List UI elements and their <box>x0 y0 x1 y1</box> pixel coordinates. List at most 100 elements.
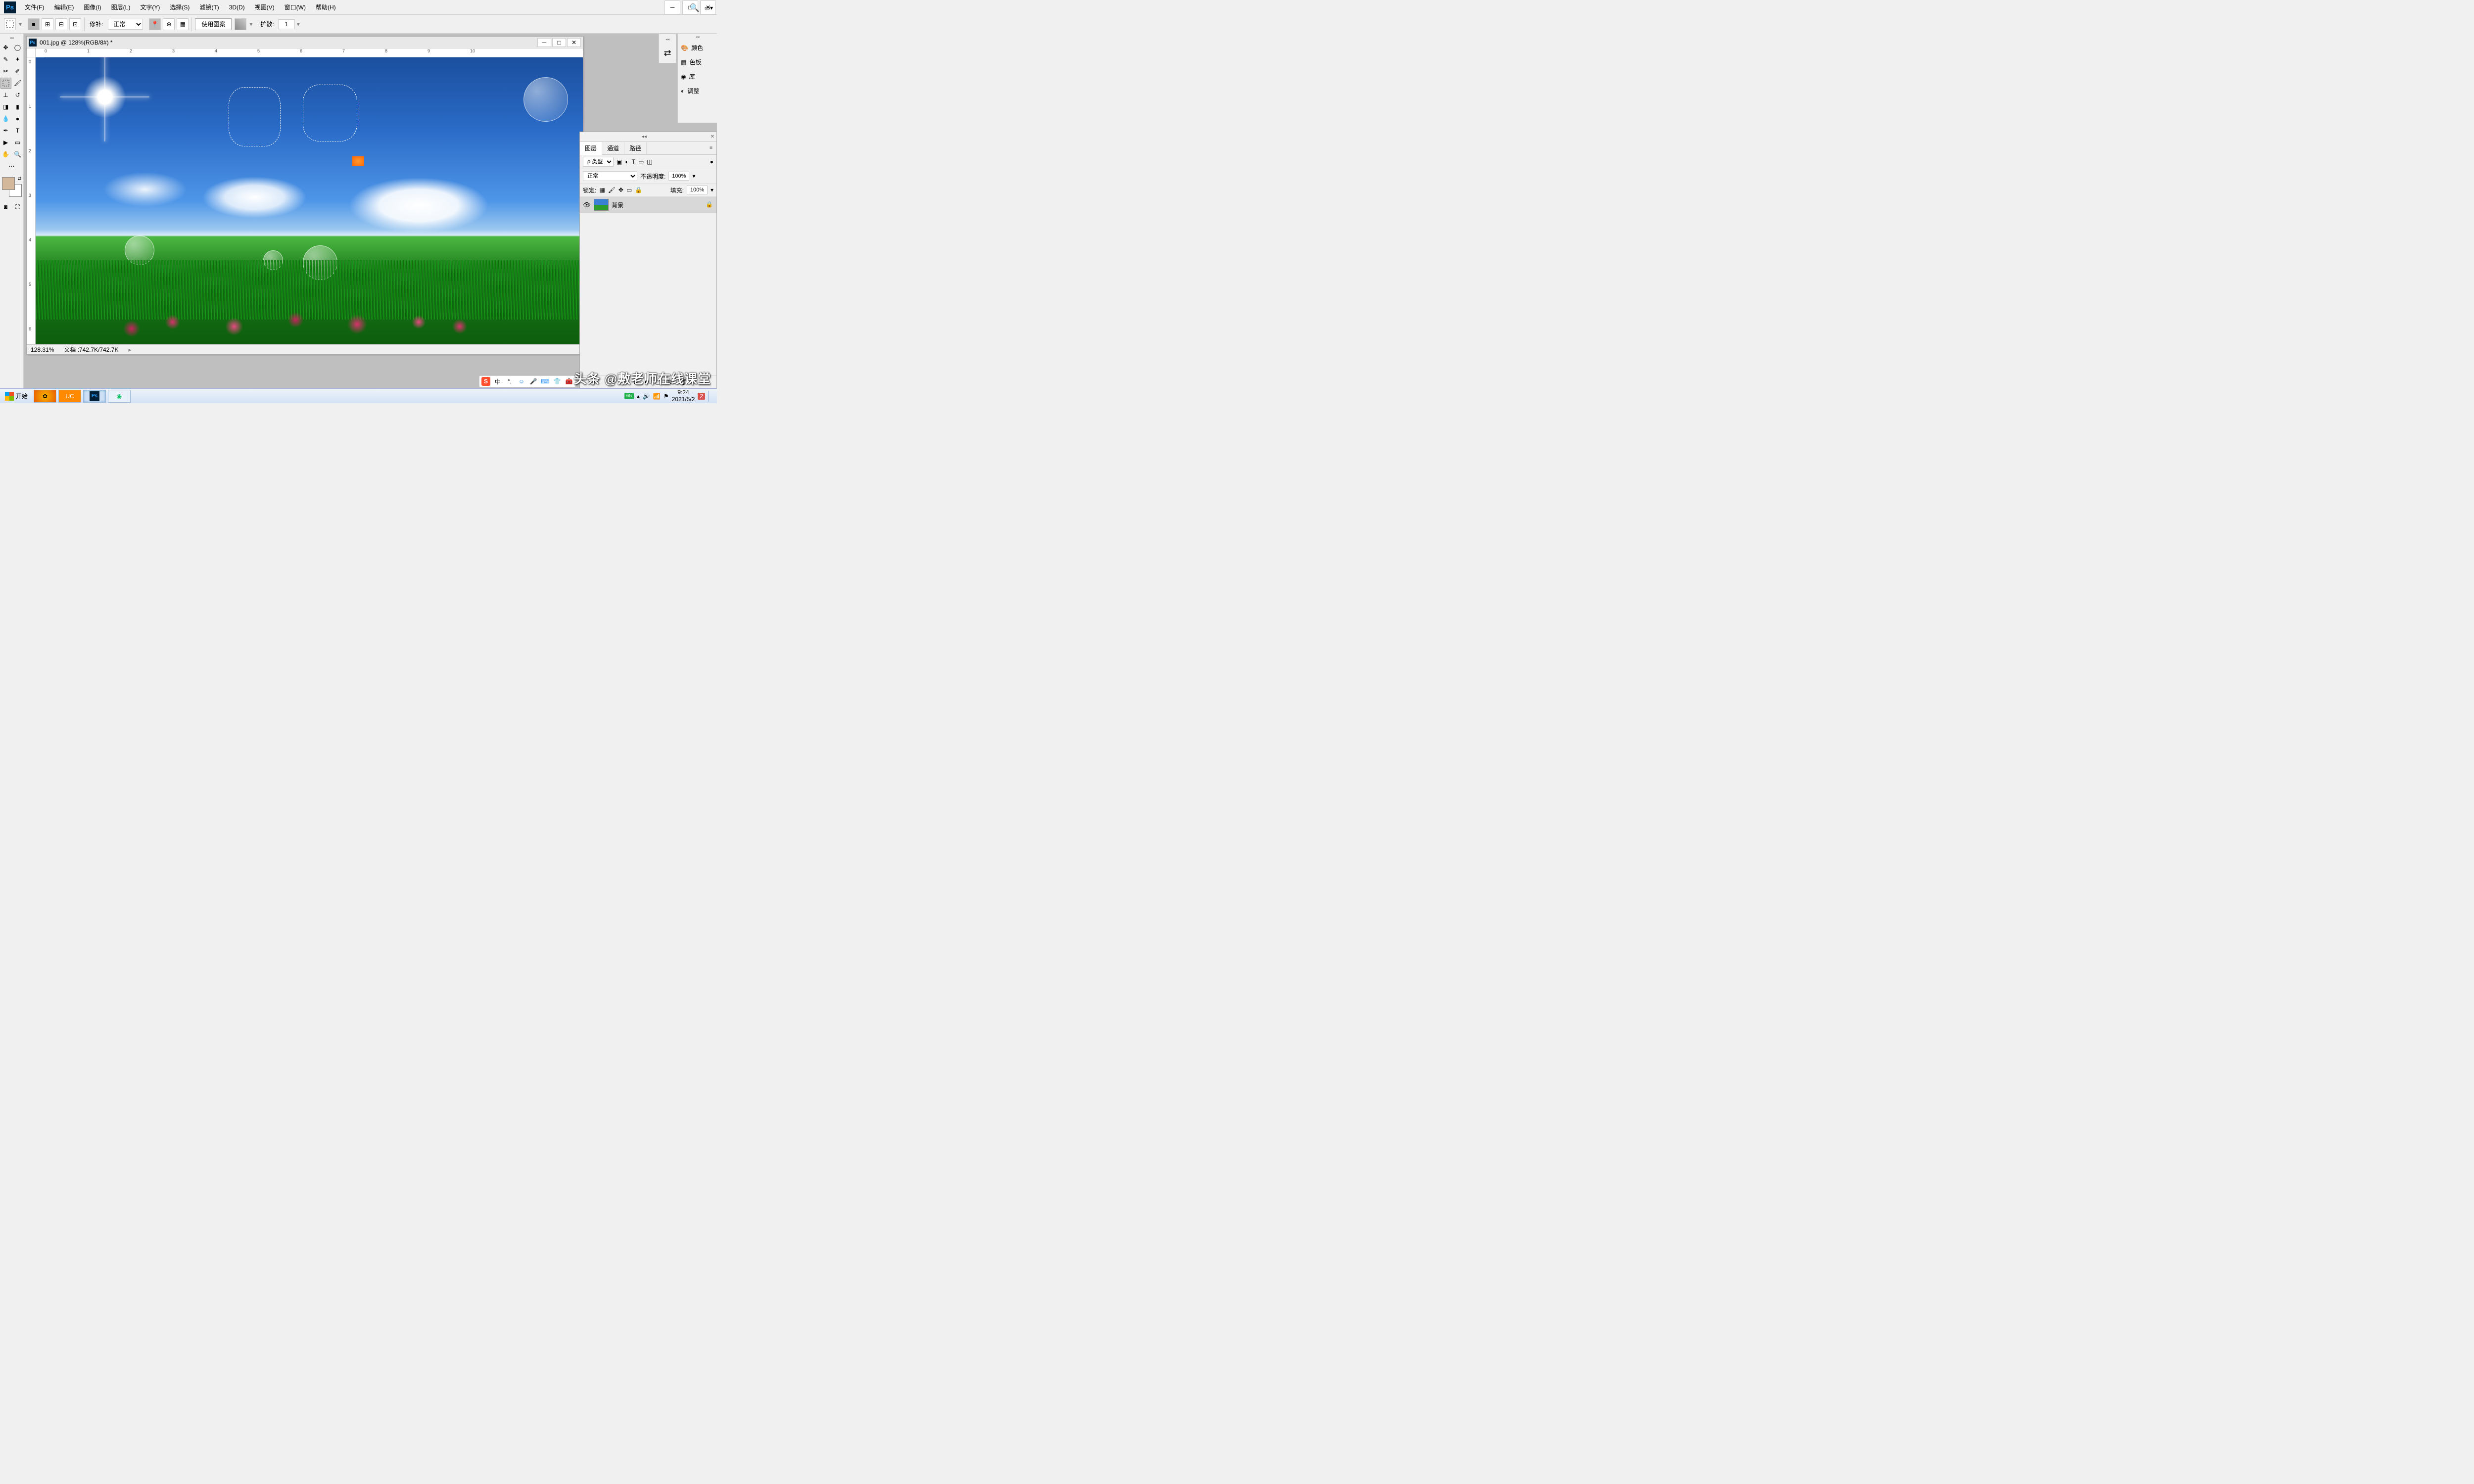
tray-volume-icon[interactable]: 📶 <box>653 393 661 400</box>
move-tool[interactable]: ✥ <box>0 42 11 53</box>
diffusion-input[interactable] <box>278 19 295 29</box>
patch-mode-select[interactable]: 正常 <box>108 19 143 30</box>
dock-collapse-icon[interactable]: ◂◂ <box>693 35 702 40</box>
brush-tool[interactable]: 🖌 <box>12 78 23 89</box>
pattern-preview-icon[interactable] <box>235 18 246 30</box>
workspace-switcher-icon[interactable]: ▭▾ <box>705 4 713 11</box>
use-pattern-button[interactable]: 使用图案 <box>195 18 232 30</box>
filter-shape-icon[interactable]: ▭ <box>638 158 644 165</box>
gradient-tool[interactable]: ▮ <box>12 101 23 112</box>
document-size[interactable]: 文档 :742.7K/742.7K <box>64 345 118 354</box>
doc-close-button[interactable]: ✕ <box>567 38 581 47</box>
color-swatches[interactable]: ⇄ <box>2 177 22 197</box>
zoom-tool[interactable]: 🔍 <box>12 149 23 160</box>
more-tools[interactable]: ⋯ <box>6 161 17 172</box>
doc-minimize-button[interactable]: ─ <box>537 38 551 47</box>
history-brush-tool[interactable]: ↺ <box>12 90 23 100</box>
eraser-tool[interactable]: ◨ <box>0 101 11 112</box>
visibility-icon[interactable]: 👁 <box>583 201 591 209</box>
eyedropper-tool[interactable]: ✐ <box>12 66 23 77</box>
taskbar-app-photoshop[interactable]: Ps <box>83 390 106 403</box>
transparent-icon[interactable]: ▦ <box>177 18 189 30</box>
ime-voice-icon[interactable]: 🎤 <box>529 377 538 386</box>
panel-collapse-icon[interactable]: ◂◂ <box>640 132 649 141</box>
layer-filter-select[interactable]: ρ 类型 <box>583 157 614 167</box>
paths-tab[interactable]: 路径 <box>624 142 647 155</box>
tray-flag-icon[interactable]: ⚑ <box>664 393 669 400</box>
crop-tool[interactable]: ✂ <box>0 66 11 77</box>
opacity-input[interactable] <box>668 172 689 181</box>
lock-all-icon[interactable]: 🔒 <box>635 186 642 193</box>
clone-stamp-tool[interactable]: ⊥ <box>0 90 11 100</box>
taskbar-app-uc[interactable]: UC <box>58 390 81 403</box>
ruler-vertical[interactable]: 0123456 <box>27 57 36 344</box>
lock-artboard-icon[interactable]: ▭ <box>626 186 632 193</box>
lasso-tool[interactable]: ✎ <box>0 54 11 65</box>
taskbar-app-1[interactable]: ✿ <box>34 390 56 403</box>
menu-window[interactable]: 窗口(W) <box>280 0 311 15</box>
selection-add-icon[interactable]: ⊞ <box>42 18 53 30</box>
fill-input[interactable] <box>687 186 708 194</box>
shape-tool[interactable]: ▭ <box>12 137 23 148</box>
quickmask-tool[interactable]: ◙ <box>0 201 11 212</box>
filter-toggle[interactable]: ● <box>710 158 714 165</box>
pen-tool[interactable]: ✒ <box>0 125 11 136</box>
filter-smart-icon[interactable]: ◫ <box>647 158 652 165</box>
sogou-icon[interactable]: S <box>481 377 490 386</box>
patch-tool[interactable] <box>0 78 11 89</box>
selection-new-icon[interactable]: ■ <box>28 18 40 30</box>
ruler-horizontal[interactable]: 012345678910 <box>45 48 583 57</box>
filter-adjust-icon[interactable]: ◐ <box>625 158 628 165</box>
start-button[interactable]: 开始 <box>0 390 33 403</box>
path-select-tool[interactable]: ▶ <box>0 137 11 148</box>
filter-image-icon[interactable]: ▣ <box>617 158 622 165</box>
swap-panel-icon[interactable]: ⇄ <box>664 48 671 58</box>
adjustments-panel-button[interactable]: ◐调整 <box>678 84 717 98</box>
magic-wand-tool[interactable]: ✦ <box>12 54 23 65</box>
foreground-color-swatch[interactable] <box>2 177 15 190</box>
menu-image[interactable]: 图像(I) <box>79 0 106 15</box>
panel-menu-icon[interactable]: ≡ <box>708 145 714 151</box>
color-panel-button[interactable]: 🎨颜色 <box>678 41 717 55</box>
ime-punct-icon[interactable]: °, <box>505 377 514 386</box>
blur-tool[interactable]: 💧 <box>0 113 11 124</box>
ime-lang-icon[interactable]: 中 <box>493 377 502 386</box>
zoom-level[interactable]: 128.31% <box>31 346 54 353</box>
source-mode-icon[interactable]: 📍 <box>149 18 161 30</box>
swatches-panel-button[interactable]: ▦色板 <box>678 55 717 69</box>
type-tool[interactable]: T <box>12 125 23 136</box>
libraries-panel-button[interactable]: ◉库 <box>678 69 717 84</box>
menu-view[interactable]: 视图(V) <box>250 0 280 15</box>
selection-subtract-icon[interactable]: ⊟ <box>55 18 67 30</box>
destination-mode-icon[interactable]: ⊕ <box>163 18 175 30</box>
toolbar-collapse-icon[interactable]: ◂◂ <box>7 36 17 40</box>
dock-collapse-icon[interactable]: ◂◂ <box>663 37 672 42</box>
swap-colors-icon[interactable]: ⇄ <box>18 176 22 182</box>
layer-thumbnail[interactable] <box>594 199 609 211</box>
doc-maximize-button[interactable]: □ <box>552 38 566 47</box>
ime-toolbox-icon[interactable]: 🧰 <box>565 377 573 386</box>
panel-close-icon[interactable]: ✕ <box>709 132 716 141</box>
selection-intersect-icon[interactable]: ⊡ <box>69 18 81 30</box>
marquee-tool[interactable]: ◯ <box>12 42 23 53</box>
ime-skin-icon[interactable]: 👕 <box>553 377 562 386</box>
lock-pixels-icon[interactable]: 🖌 <box>608 186 616 193</box>
tray-date[interactable]: 2021/5/2 <box>672 396 695 403</box>
menu-help[interactable]: 帮助(H) <box>311 0 341 15</box>
canvas[interactable] <box>36 57 583 344</box>
blend-mode-select[interactable]: 正常 <box>583 171 637 181</box>
menu-select[interactable]: 选择(S) <box>165 0 194 15</box>
menu-3d[interactable]: 3D(D) <box>224 0 250 15</box>
minimize-button[interactable]: ─ <box>665 0 680 14</box>
dodge-tool[interactable]: ● <box>12 113 23 124</box>
ime-keyboard-icon[interactable]: ⌨ <box>541 377 550 386</box>
screenmode-tool[interactable]: ⛶ <box>12 201 23 212</box>
tool-preset-icon[interactable] <box>4 18 16 30</box>
layers-tab[interactable]: 图层 <box>580 142 602 155</box>
taskbar-app-wechat[interactable]: ◉ <box>108 390 131 403</box>
search-icon[interactable]: 🔍 <box>690 3 700 13</box>
tray-notification-badge[interactable]: 2 <box>698 393 705 400</box>
tray-expand-icon[interactable]: ▴ <box>637 393 640 400</box>
document-titlebar[interactable]: Ps 001.jpg @ 128%(RGB/8#) * ─ □ ✕ <box>27 37 583 48</box>
menu-filter[interactable]: 滤镜(T) <box>194 0 224 15</box>
